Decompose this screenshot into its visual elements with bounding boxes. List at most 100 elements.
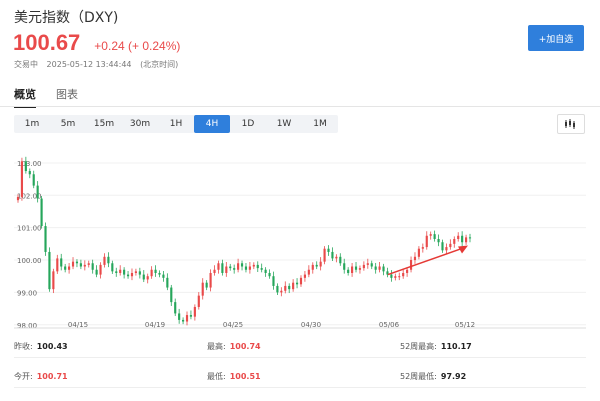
timeframe-selector: 1m 5m 15m 30m 1H 4H 1D 1W 1M [14,115,338,133]
candle-body [185,315,189,322]
current-price: 100.67 [13,30,81,55]
candle-body [272,276,275,286]
candle-body [354,266,358,270]
candle-body [358,268,362,270]
candle-body [449,243,452,248]
add-watchlist-button[interactable]: +加自选 [528,25,584,51]
range-1mo[interactable]: 1M [302,115,338,133]
candle-body [248,266,251,270]
candle-body [166,277,169,288]
candle-body [268,272,271,277]
main-tabs: 概览 图表 [14,86,98,108]
candle-body [181,319,185,322]
candle-body [60,258,63,267]
range-4h[interactable]: 4H [194,115,230,133]
candle-body [87,263,90,265]
candle-body [178,313,181,320]
candle-body [288,285,291,290]
candle-body [429,234,432,236]
range-5m[interactable]: 5m [50,115,86,133]
range-1d[interactable]: 1D [230,115,266,133]
y-tick-label: 103.00 [17,160,42,168]
candle-body [394,276,397,278]
candle-body [461,235,464,243]
candle-body [433,234,436,239]
x-tick-label: 04/30 [301,321,321,329]
annotation-arrow-line [387,247,463,276]
candle-body [138,271,141,275]
candle-body [303,274,307,278]
range-1h[interactable]: 1H [158,115,194,133]
candle-body [327,248,330,252]
x-tick-label: 04/19 [145,321,165,329]
tab-chart[interactable]: 图表 [56,86,78,108]
candle-body [170,287,173,303]
candle-body [40,198,43,227]
candle-body [64,266,67,270]
stat-high: 最高: 100.74 [207,342,261,351]
x-tick-label: 05/06 [379,321,400,329]
x-tick-label: 04/25 [223,321,243,329]
candle-body [28,171,31,175]
candle-body [417,248,420,257]
candle-body [468,237,472,239]
candlestick-icon [565,119,575,129]
range-15m[interactable]: 15m [86,115,122,133]
candle-body [193,306,196,317]
candle-body [390,274,393,278]
price-chart[interactable]: 103.00102.00101.00100.0099.0098.00 04/15 0… [0,145,600,335]
candle-body [237,263,240,270]
candle-body [158,272,161,275]
candle-body [142,274,145,280]
chart-type-button[interactable] [557,114,585,134]
candle-body [32,174,35,186]
instrument-title: 美元指数（DXY) [14,10,119,26]
candle-body [409,260,413,270]
candle-body [201,282,204,296]
candle-body [382,266,385,272]
candle-body [311,264,314,270]
candle-body [115,271,118,273]
candle-body [343,263,346,270]
stats-divider [14,357,586,358]
candle-body [244,266,248,270]
candle-body [437,239,440,243]
candle-body [351,266,354,273]
candle-body [457,235,460,239]
tabs-divider [0,106,600,107]
candle-body [217,263,220,270]
candle-body [205,282,208,288]
y-tick-label: 101.00 [17,225,42,233]
candle-body [150,269,153,277]
x-tick-label: 04/15 [68,321,88,329]
candle-body [233,268,236,270]
candle-body [75,261,79,264]
candle-body [24,161,27,172]
candle-body [229,266,232,269]
range-1m[interactable]: 1m [14,115,50,133]
candle-body [370,263,373,267]
tab-overview[interactable]: 概览 [14,86,36,108]
candle-body [441,242,444,251]
candle-body [374,266,377,270]
candle-body [119,269,122,273]
candle-body [213,269,216,273]
stats-row-2: 今开: 100.71 最低: 100.51 52周最低: 97.92 [0,371,600,393]
candle-body [209,272,212,288]
candle-body [406,269,409,273]
candle-body [445,247,448,251]
candle-body [413,256,417,261]
candle-body [99,264,102,275]
range-30m[interactable]: 30m [122,115,158,133]
candle-body [284,285,287,291]
candle-body [292,282,295,290]
candle-body [339,256,342,264]
candle-body [103,256,106,265]
stat-prev-close: 昨收: 100.43 [14,342,68,351]
candle-body [44,226,47,252]
range-1w[interactable]: 1W [266,115,302,133]
stat-52w-high: 52周最高: 110.17 [400,342,472,351]
y-tick-label: 98.00 [17,322,37,330]
candle-body [225,266,228,273]
candle-body [68,266,71,270]
